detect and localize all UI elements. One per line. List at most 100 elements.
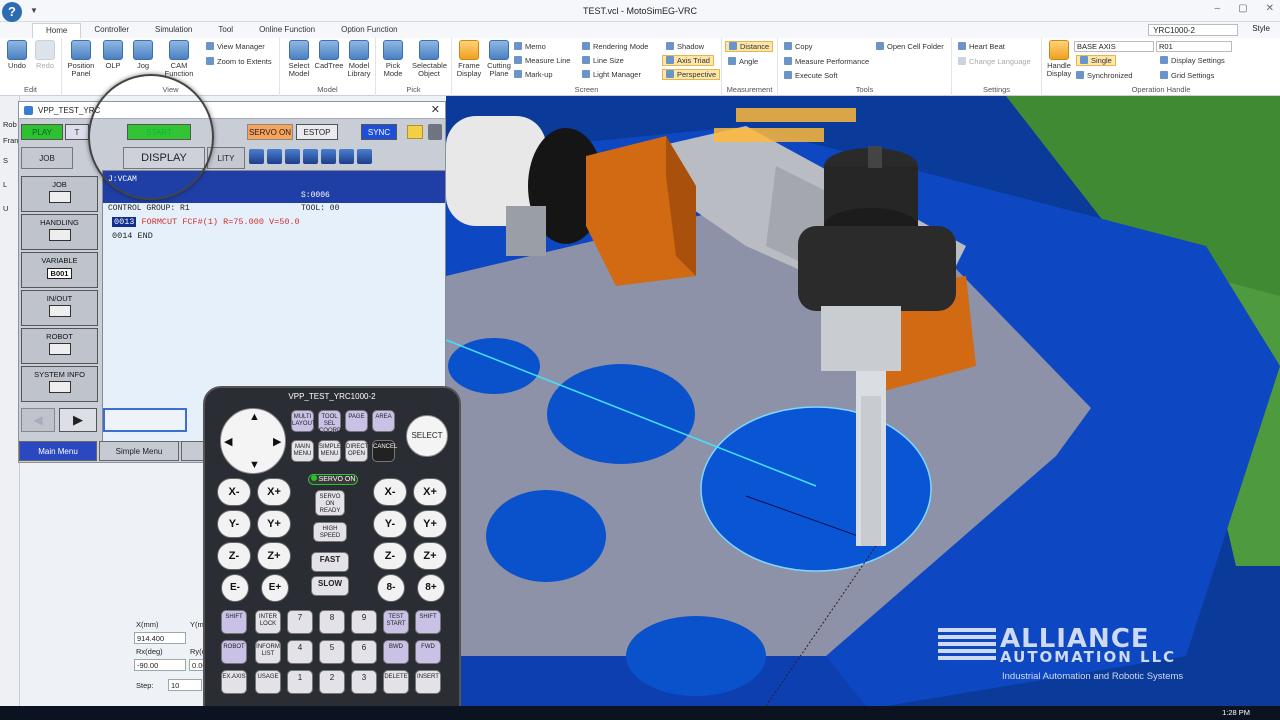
- axis-y-minus-key[interactable]: Y-: [217, 510, 251, 538]
- utility-button[interactable]: LITY: [207, 147, 245, 169]
- grid-settings-button[interactable]: Grid Settings: [1160, 70, 1214, 81]
- style-menu[interactable]: Style: [1252, 24, 1270, 36]
- gear-icon[interactable]: [321, 149, 336, 164]
- close-icon[interactable]: ✕: [431, 103, 440, 116]
- menu-job[interactable]: JOB: [21, 176, 98, 212]
- trash-icon[interactable]: [428, 124, 442, 140]
- perspective-button[interactable]: Perspective: [662, 69, 721, 80]
- close-icon[interactable]: ✕: [1266, 3, 1274, 14]
- job-line[interactable]: 0013 FORMCUT FCF#(1) R=75.000 V=50.0: [112, 217, 300, 227]
- tab-option-function[interactable]: Option Function: [328, 23, 410, 38]
- test-start-key[interactable]: TEST START: [383, 610, 409, 634]
- axis-x-minus-key[interactable]: X-: [217, 478, 251, 506]
- teach-button[interactable]: T: [65, 124, 89, 140]
- sync-button[interactable]: SYNC: [361, 124, 397, 140]
- flag-icon[interactable]: [339, 149, 354, 164]
- left-arrow-icon[interactable]: ◀: [224, 435, 232, 448]
- insert-key[interactable]: INSERT: [415, 670, 441, 694]
- servo-on-button[interactable]: SERVO ON: [247, 124, 293, 140]
- pick-mode-button[interactable]: Pick Mode: [376, 40, 410, 78]
- execute-soft-button[interactable]: Execute Soft: [784, 70, 838, 81]
- simple-menu-key[interactable]: SIMPLE MENU: [318, 440, 341, 462]
- menu-robot[interactable]: ROBOT: [21, 328, 98, 364]
- usage-key[interactable]: USAGE: [255, 670, 281, 694]
- direct-open-key[interactable]: DIRECT OPEN: [345, 440, 368, 462]
- input-buffer[interactable]: [103, 408, 187, 432]
- ex-axis-key[interactable]: EX.AXIS: [221, 670, 247, 694]
- down-arrow-icon[interactable]: ▼: [249, 459, 260, 471]
- change-language-button[interactable]: Change Language: [958, 56, 1031, 67]
- open-cell-folder-button[interactable]: Open Cell Folder: [876, 41, 944, 52]
- axis-ry-minus-key[interactable]: Y-: [373, 510, 407, 538]
- jog-button[interactable]: Jog: [126, 40, 160, 70]
- handle-display-button[interactable]: Handle Display: [1042, 40, 1076, 78]
- servo-ready-key[interactable]: SERVO ON READY: [315, 490, 345, 516]
- robot-combo[interactable]: R01: [1156, 41, 1232, 52]
- view-manager-button[interactable]: View Manager: [206, 41, 265, 52]
- axis-8-plus-key[interactable]: 8+: [417, 574, 445, 602]
- menu-variable[interactable]: VARIABLE B001: [21, 252, 98, 288]
- axis-8-minus-key[interactable]: 8-: [377, 574, 405, 602]
- coordinate-combo[interactable]: BASE AXIS: [1074, 41, 1154, 52]
- menu-system-info[interactable]: SYSTEM INFO: [21, 366, 98, 402]
- step-field[interactable]: 10: [168, 679, 202, 691]
- axis-rx-minus-key[interactable]: X-: [373, 478, 407, 506]
- axis-x-plus-key[interactable]: X+: [257, 478, 291, 506]
- maximize-icon[interactable]: ▢: [1238, 3, 1247, 14]
- tab-home[interactable]: Home: [32, 23, 82, 38]
- display-settings-button[interactable]: Display Settings: [1160, 55, 1225, 66]
- axis-z-plus-key[interactable]: Z+: [257, 542, 291, 570]
- select-model-button[interactable]: Select Model: [282, 40, 316, 78]
- light-manager-button[interactable]: Light Manager: [582, 69, 641, 80]
- 3d-viewport[interactable]: [446, 96, 1280, 706]
- tool-icon[interactable]: [303, 149, 318, 164]
- axis-rz-plus-key[interactable]: Z+: [413, 542, 447, 570]
- select-key[interactable]: SELECT: [406, 415, 448, 457]
- line-size-button[interactable]: Line Size: [582, 55, 624, 66]
- shift-key[interactable]: SHIFT: [415, 610, 441, 634]
- axis-z-minus-key[interactable]: Z-: [217, 542, 251, 570]
- axis-triad-button[interactable]: Axis Triad: [662, 55, 714, 66]
- list-icon[interactable]: [357, 149, 372, 164]
- cursor-key[interactable]: ▲ ▼ ◀ ▶: [220, 408, 286, 474]
- fast-key[interactable]: FAST: [311, 552, 349, 572]
- page-key[interactable]: PAGE: [345, 410, 368, 432]
- key-3[interactable]: 3: [351, 670, 377, 694]
- job-line[interactable]: 0014 END: [112, 231, 153, 241]
- up-arrow-icon[interactable]: ▲: [249, 411, 260, 423]
- key-4[interactable]: 4: [287, 640, 313, 664]
- chart-icon[interactable]: [285, 149, 300, 164]
- play-button[interactable]: PLAY: [21, 124, 63, 140]
- olp-button[interactable]: OLP: [96, 40, 130, 70]
- tab-controller[interactable]: Controller: [81, 23, 142, 38]
- folder-icon[interactable]: [407, 125, 423, 139]
- right-arrow-icon[interactable]: ▶: [273, 435, 281, 448]
- taskbar-clock[interactable]: 1:28 PM: [1222, 708, 1250, 717]
- simple-menu-tab[interactable]: Simple Menu: [99, 441, 179, 461]
- slow-key[interactable]: SLOW: [311, 576, 349, 596]
- mark-up-button[interactable]: Mark-up: [514, 69, 553, 80]
- measure-line-button[interactable]: Measure Line: [514, 55, 570, 66]
- job-tab[interactable]: JOB: [21, 147, 73, 169]
- zoom-extents-button[interactable]: Zoom to Extents: [206, 56, 272, 67]
- key-5[interactable]: 5: [319, 640, 345, 664]
- axis-rx-plus-key[interactable]: X+: [413, 478, 447, 506]
- cancel-key[interactable]: CANCEL: [372, 440, 397, 462]
- fwd-key[interactable]: FWD: [415, 640, 441, 664]
- display-button[interactable]: DISPLAY: [123, 147, 205, 169]
- start-button[interactable]: START: [127, 124, 191, 140]
- key-9[interactable]: 9: [351, 610, 377, 634]
- model-library-button[interactable]: Model Library: [342, 40, 376, 78]
- estop-button[interactable]: ESTOP: [296, 124, 338, 140]
- shadow-button[interactable]: Shadow: [666, 41, 704, 52]
- cutting-plane-button[interactable]: Cutting Plane: [482, 40, 516, 78]
- menu-handling[interactable]: HANDLING: [21, 214, 98, 250]
- angle-button[interactable]: Angle: [728, 56, 758, 67]
- x-field[interactable]: 914.400: [134, 632, 186, 644]
- back-arrow-icon[interactable]: ◀: [21, 408, 55, 432]
- rendering-mode-button[interactable]: Rendering Mode: [582, 41, 648, 52]
- tab-simulation[interactable]: Simulation: [142, 23, 205, 38]
- frame-display-button[interactable]: Frame Display: [452, 40, 486, 78]
- redo-button[interactable]: Redo: [28, 40, 62, 70]
- high-speed-key[interactable]: HIGH SPEED: [313, 522, 347, 542]
